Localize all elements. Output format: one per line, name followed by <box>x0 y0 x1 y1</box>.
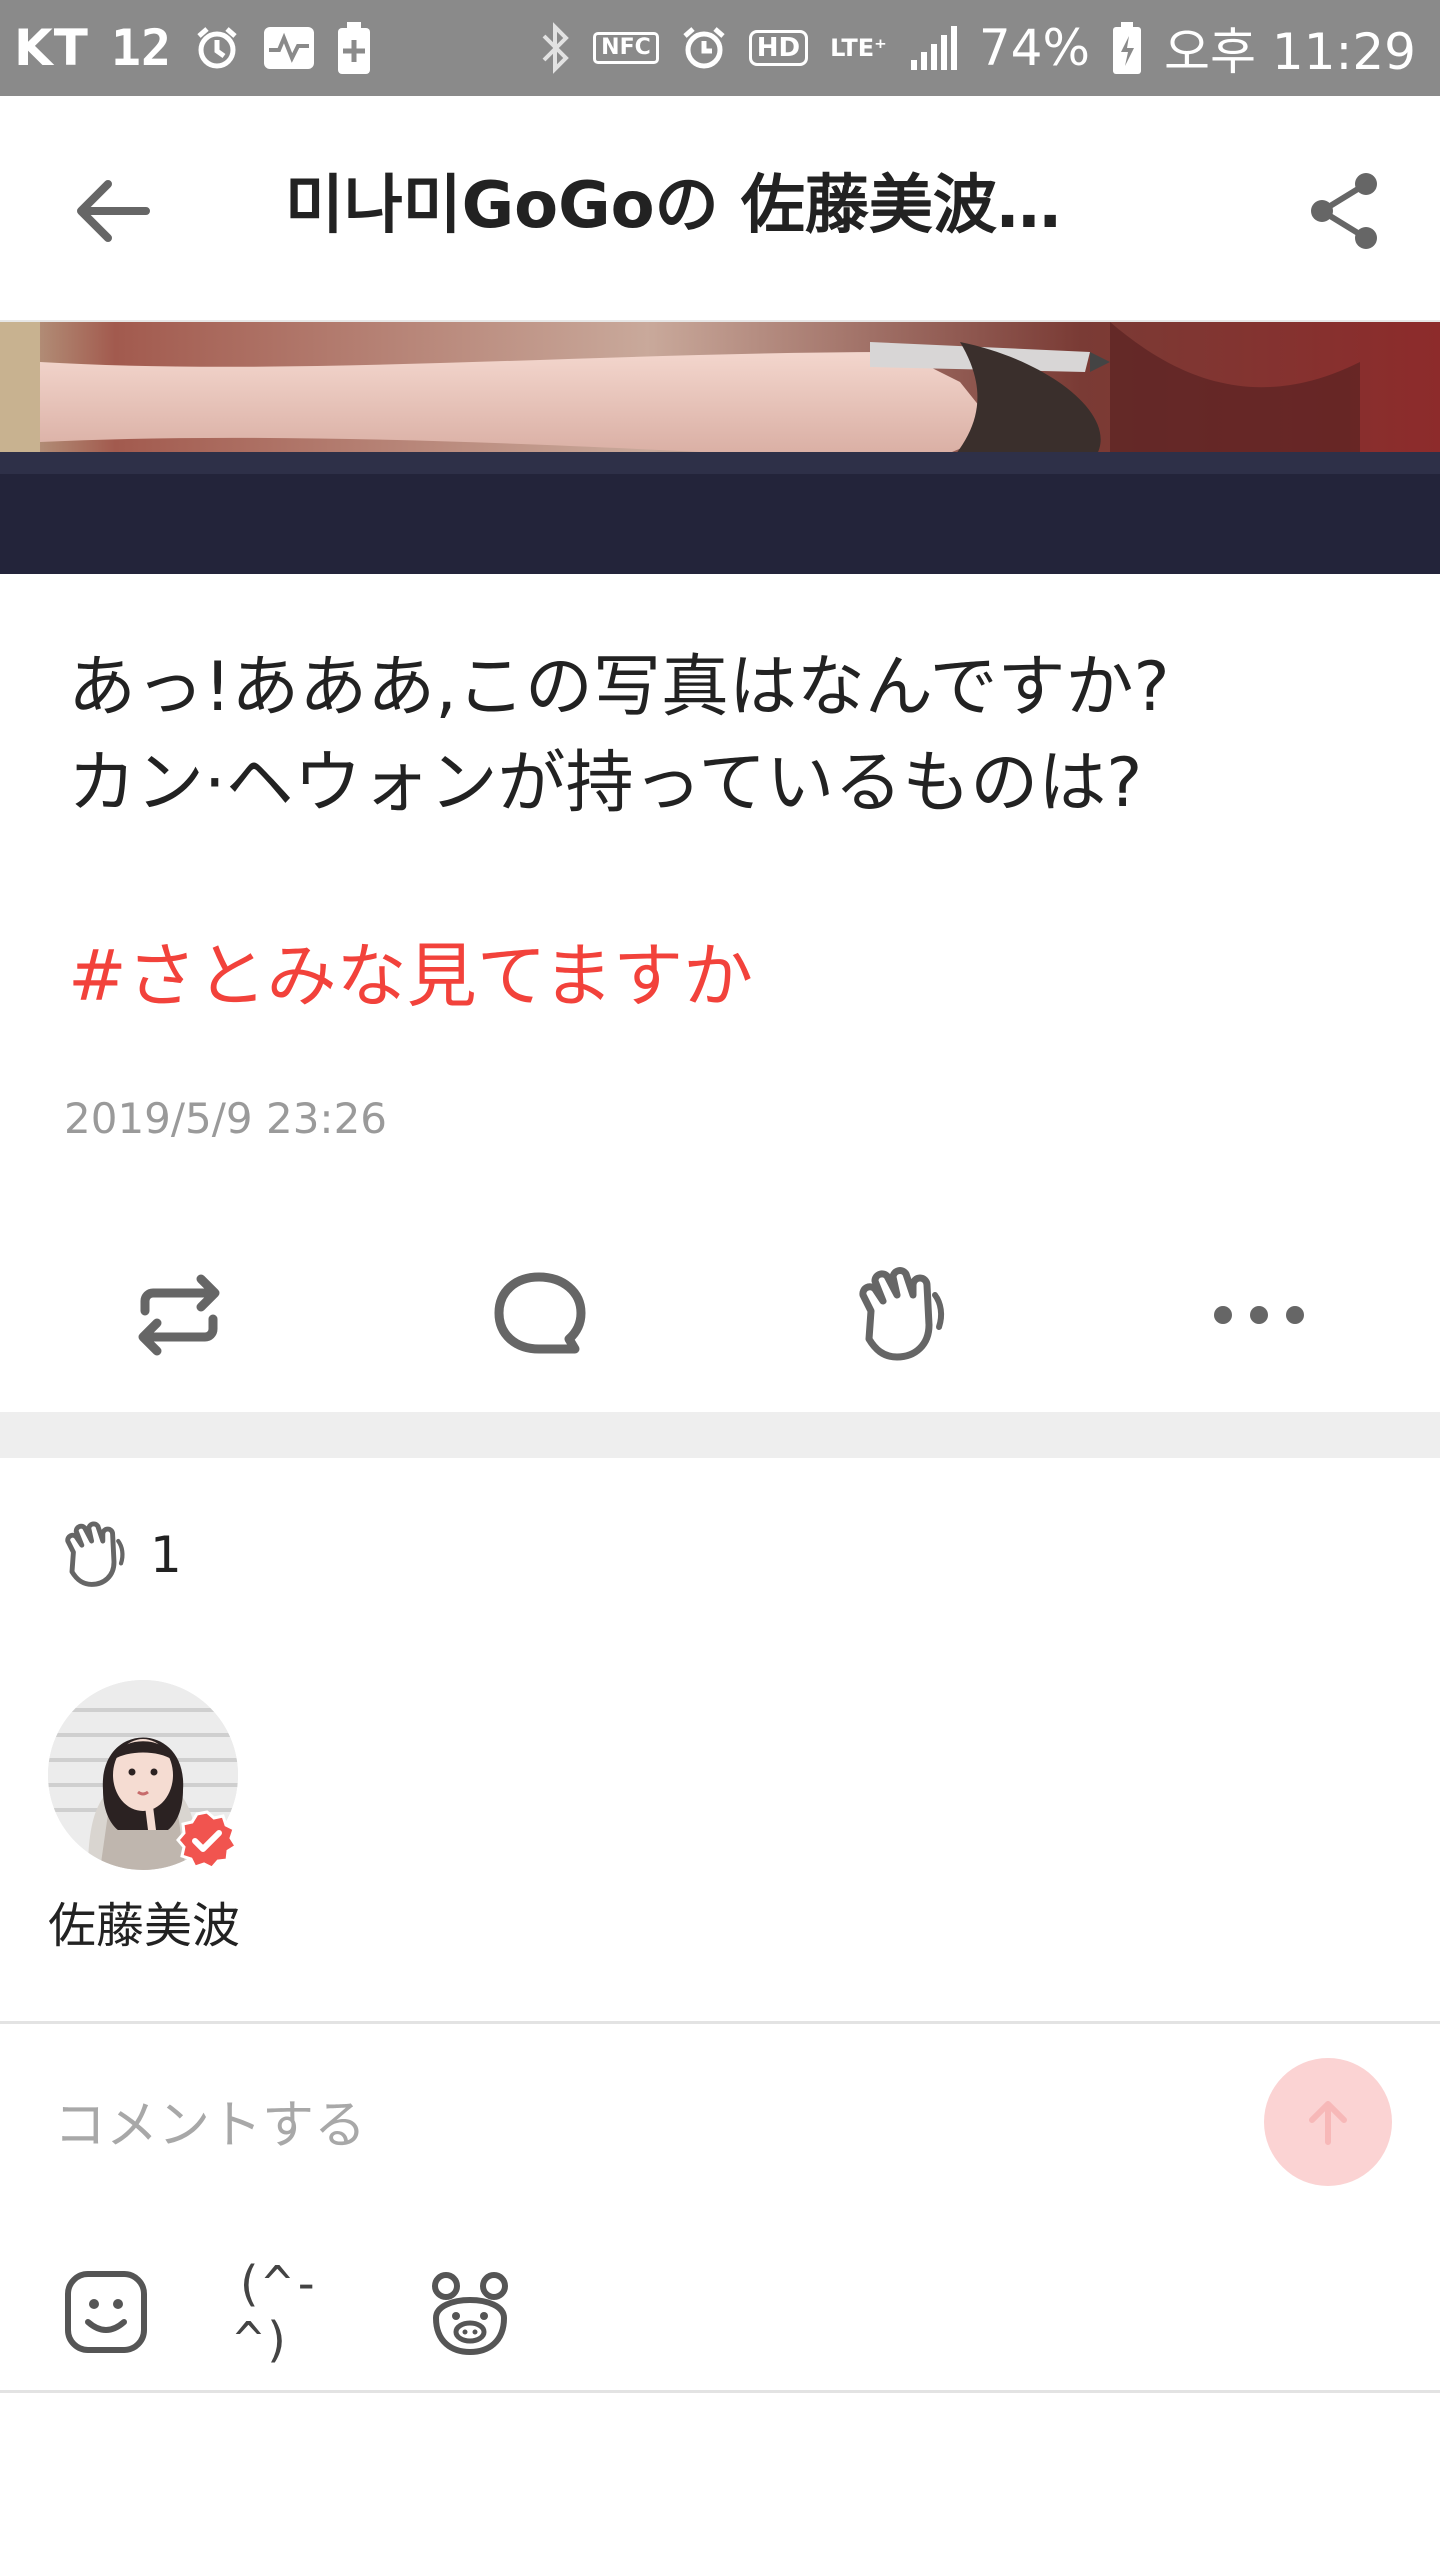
emoji-toolbar: (^-^) <box>0 2256 700 2368</box>
alarm-clock-icon <box>681 25 727 71</box>
bluetooth-icon <box>541 22 571 74</box>
battery-charging-icon <box>1112 22 1142 74</box>
kaomoji-button[interactable]: (^-^) <box>234 2256 334 2368</box>
post-photo[interactable] <box>0 322 1440 574</box>
app-header: 미나미GoGoの 佐藤美波… <box>0 96 1440 322</box>
emoji-button[interactable] <box>56 2262 156 2362</box>
likes-summary[interactable]: 1 <box>58 1520 182 1590</box>
status-bar: KT 12 NFC HD LTE⁺ 74% 오후 11:29 <box>0 0 1440 96</box>
comment-bubble-icon <box>494 1272 586 1354</box>
hd-voice-indicator: HD <box>748 30 809 66</box>
battery-saver-icon <box>337 22 371 74</box>
send-comment-button[interactable] <box>1264 2058 1392 2186</box>
verified-badge-icon <box>176 1810 239 1872</box>
post-text-line: カン·ヘウォンが持っているものは? <box>68 744 1143 823</box>
signal-strength-icon <box>909 26 957 70</box>
arrow-left-icon <box>77 180 150 242</box>
repost-icon <box>138 1274 220 1356</box>
post-body: あっ!あああ,この写真はなんですか? カン·ヘウォンが持っているものは? <box>68 640 1388 832</box>
page-title: 미나미GoGoの 佐藤美波… <box>285 169 1061 243</box>
bear-sticker-icon <box>432 2272 508 2356</box>
comment-button[interactable] <box>484 1260 594 1370</box>
alarm-icon <box>193 24 241 72</box>
carrier-label: KT <box>14 19 89 77</box>
activity-icon <box>263 26 315 70</box>
more-dots-icon <box>1214 1306 1304 1324</box>
post-action-bar <box>0 1240 1440 1390</box>
liker-name[interactable]: 佐藤美波 <box>48 1886 240 1956</box>
lte-indicator: LTE⁺ <box>830 34 887 62</box>
notification-count: 12 <box>110 19 172 77</box>
repost-button[interactable] <box>124 1260 234 1370</box>
bottom-divider <box>0 2390 1440 2393</box>
sticker-button[interactable] <box>420 2262 520 2362</box>
smiley-face-icon <box>65 2271 147 2353</box>
back-button[interactable] <box>68 166 158 256</box>
kaomoji-label: (^-^) <box>234 2256 321 2368</box>
nfc-indicator: NFC <box>593 32 659 64</box>
battery-percent: 74% <box>978 19 1090 77</box>
post-text-line: あっ!あああ,この写真はなんですか? <box>68 648 1170 727</box>
clap-hand-icon <box>65 1521 125 1587</box>
comment-divider-top <box>0 2021 1440 2024</box>
hashtag-link[interactable]: #さとみな見てますか <box>68 928 753 1024</box>
more-options-button[interactable] <box>1204 1260 1314 1370</box>
share-icon <box>1311 173 1377 249</box>
arrow-up-icon <box>1309 2101 1347 2145</box>
comment-input[interactable] <box>52 2080 1216 2172</box>
share-button[interactable] <box>1300 166 1390 256</box>
clap-button[interactable] <box>844 1260 954 1370</box>
clock-time: 오후 11:29 <box>1164 23 1416 81</box>
section-divider <box>0 1412 1440 1458</box>
post-date: 2019/5/9 23:26 <box>64 1094 388 1143</box>
likes-count: 1 <box>150 1526 182 1584</box>
clap-hand-icon <box>859 1267 945 1361</box>
